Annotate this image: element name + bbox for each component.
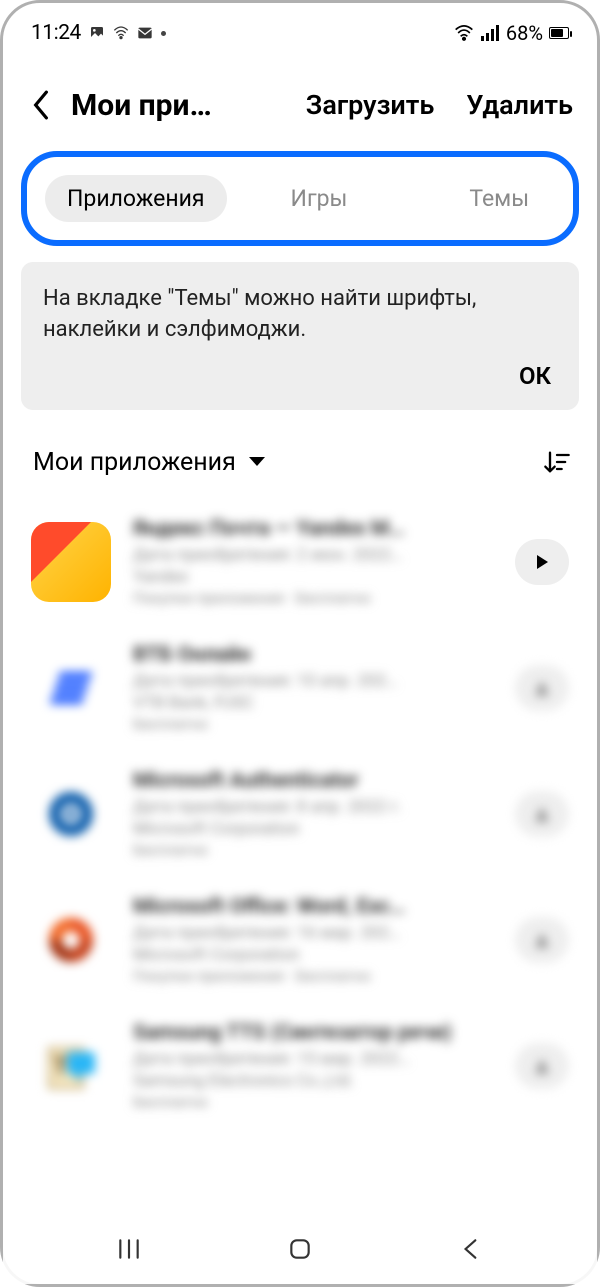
app-subtitle: Дата приобретения: 2 июн. 2022… — [133, 545, 493, 565]
app-body: Microsoft Authenticator Дата приобретени… — [133, 769, 493, 859]
chevron-down-icon — [248, 456, 266, 468]
app-action-button[interactable] — [515, 1043, 569, 1089]
more-indicator-icon — [161, 31, 166, 36]
list-item[interactable]: ВТБ Онлайн Дата приобретения: 10 апр. 20… — [31, 625, 569, 751]
app-action-button[interactable] — [515, 917, 569, 963]
signal-icon — [480, 25, 500, 41]
list-item[interactable]: T Samsung TTS (Синтезатор речи) Дата при… — [31, 1003, 569, 1129]
app-name: Яндекс Почта — Yandex M… — [133, 517, 493, 541]
app-icon-svg — [44, 787, 98, 841]
app-icon — [31, 774, 111, 854]
svg-text:T: T — [53, 1052, 68, 1080]
wifi-status-icon — [113, 25, 129, 41]
app-publisher: Microsoft Corporation — [133, 945, 493, 965]
status-left: 11:24 — [31, 21, 166, 45]
app-publisher: Samsung Electronics Co.,Ltd. — [133, 1071, 493, 1091]
tab-themes[interactable]: Темы — [447, 175, 551, 222]
filter-dropdown-label: Мои приложения — [33, 448, 236, 477]
app-icon-svg — [45, 914, 97, 966]
info-banner: На вкладке "Темы" можно найти шрифты, на… — [21, 262, 579, 410]
download-button[interactable]: Загрузить — [306, 89, 435, 121]
app-list[interactable]: Яндекс Почта — Yandex M… Дата приобретен… — [3, 499, 597, 1129]
app-publisher: VTB Bank, PJSC — [133, 693, 493, 713]
app-subtitle: Дата приобретения: 10 апр. 202… — [133, 671, 493, 691]
app-action-button[interactable] — [515, 665, 569, 711]
app-tag: Бесплатно — [133, 1093, 493, 1111]
status-bar: 11:24 68% — [3, 3, 597, 51]
app-action-button[interactable] — [515, 791, 569, 837]
tab-games[interactable]: Игры — [269, 175, 370, 222]
recents-icon[interactable] — [116, 1236, 142, 1262]
section-header: Мои приложения — [3, 420, 597, 499]
battery-percent: 68% — [506, 21, 543, 45]
app-publisher: Microsoft Corporation — [133, 819, 493, 839]
tabs-container-highlighted: Приложения Игры Темы — [21, 151, 579, 246]
play-icon — [534, 554, 550, 570]
app-subtitle: Дата приобретения: 15 мар. 2022… — [133, 1049, 493, 1069]
app-icon-svg: T — [43, 1038, 99, 1094]
app-subtitle: Дата приобретения: 8 апр. 2022 г. — [133, 797, 493, 817]
wifi-icon — [454, 25, 474, 41]
tab-apps[interactable]: Приложения — [45, 175, 227, 222]
download-icon — [534, 1058, 550, 1074]
app-body: Яндекс Почта — Yandex M… Дата приобретен… — [133, 517, 493, 607]
app-icon — [31, 648, 111, 728]
back-icon[interactable] — [458, 1236, 484, 1262]
header-actions: Загрузить Удалить — [306, 89, 573, 121]
app-tag: Покупки приложения · Бесплатно — [133, 967, 493, 985]
app-icon — [31, 522, 111, 602]
app-tag: Покупки приложения · Бесплатно — [133, 589, 493, 607]
download-icon — [534, 680, 550, 696]
app-icon — [31, 900, 111, 980]
app-publisher: Yandex — [133, 567, 493, 587]
app-name: Microsoft Authenticator — [133, 769, 493, 793]
mail-icon — [137, 25, 153, 41]
page-title: Мои при… — [71, 88, 241, 123]
app-action-button[interactable] — [515, 539, 569, 585]
app-tag: Бесплатно — [133, 715, 493, 733]
chevron-left-icon — [31, 90, 51, 120]
sort-button[interactable] — [543, 448, 571, 476]
app-body: Microsoft Office: Word, Exc… Дата приобр… — [133, 895, 493, 985]
delete-button[interactable]: Удалить — [466, 89, 573, 121]
download-icon — [534, 932, 550, 948]
app-tag: Бесплатно — [133, 841, 493, 859]
app-body: ВТБ Онлайн Дата приобретения: 10 апр. 20… — [133, 643, 493, 733]
back-button[interactable] — [21, 85, 61, 125]
home-icon[interactable] — [287, 1236, 313, 1262]
gallery-icon — [89, 25, 105, 41]
list-item[interactable]: Яндекс Почта — Yandex M… Дата приобретен… — [31, 499, 569, 625]
list-item[interactable]: Microsoft Authenticator Дата приобретени… — [31, 751, 569, 877]
list-item[interactable]: Microsoft Office: Word, Exc… Дата приобр… — [31, 877, 569, 1003]
app-icon-svg — [41, 665, 102, 711]
app-subtitle: Дата приобретения: 16 мар. 202… — [133, 923, 493, 943]
filter-dropdown[interactable]: Мои приложения — [33, 448, 266, 477]
sort-icon — [543, 448, 571, 476]
status-right: 68% — [454, 21, 569, 45]
app-name: Microsoft Office: Word, Exc… — [133, 895, 493, 919]
app-name: Samsung TTS (Синтезатор речи) — [133, 1021, 493, 1045]
app-name: ВТБ Онлайн — [133, 643, 493, 667]
info-banner-ok-button[interactable]: ОК — [43, 346, 557, 396]
system-nav-bar — [3, 1222, 597, 1284]
header: Мои при… Загрузить Удалить — [3, 51, 597, 151]
status-time: 11:24 — [31, 21, 81, 45]
app-icon: T — [31, 1026, 111, 1106]
download-icon — [534, 806, 550, 822]
info-banner-text: На вкладке "Темы" можно найти шрифты, на… — [43, 284, 557, 346]
app-body: Samsung TTS (Синтезатор речи) Дата приоб… — [133, 1021, 493, 1111]
battery-icon — [549, 27, 569, 39]
